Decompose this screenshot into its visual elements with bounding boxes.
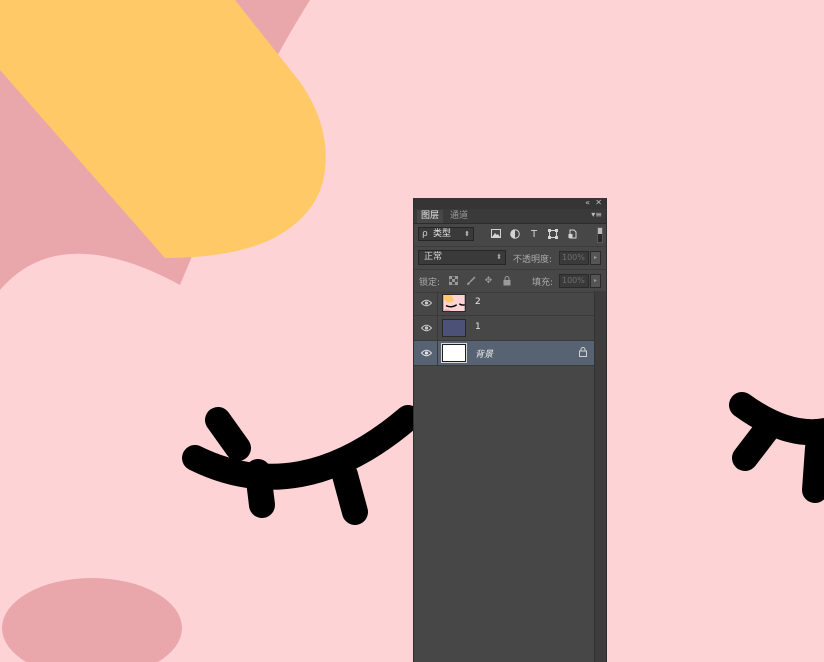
document-canvas[interactable]	[0, 0, 824, 662]
lock-transparent-icon[interactable]	[448, 275, 459, 287]
filter-kind-select[interactable]: ρ 类型 ⬍	[418, 227, 474, 241]
close-icon[interactable]: ✕	[595, 197, 602, 208]
lock-pixels-brush-icon[interactable]	[465, 276, 476, 287]
layer-separator	[437, 316, 438, 340]
opacity-input[interactable]: 100%	[559, 251, 589, 265]
panel-menu-icon[interactable]: ▾≡	[591, 210, 602, 219]
fill-input[interactable]: 100%	[559, 274, 589, 288]
image-filter-icon[interactable]	[490, 229, 502, 241]
layer-thumbnail-color	[442, 319, 466, 337]
lock-icon	[579, 347, 587, 360]
layer-separator	[437, 291, 438, 315]
blend-mode-select[interactable]: 正常 ⬍	[418, 250, 506, 265]
filter-row: ρ 类型 ⬍ T	[414, 224, 606, 247]
select-arrows-icon: ⬍	[464, 230, 470, 238]
tab-layers[interactable]: 图层	[417, 210, 444, 223]
layer-row-2[interactable]: 2	[414, 291, 595, 316]
adjustment-filter-icon[interactable]	[509, 229, 521, 241]
search-icon: ρ	[422, 229, 428, 239]
lock-all-icon[interactable]	[501, 276, 512, 287]
layers-panel: « ✕ 图层 通道 ▾≡ ρ 类型 ⬍ T 正常 ⬍ 不透明度: 100% ▸ …	[413, 198, 607, 662]
blend-mode-value: 正常	[424, 252, 443, 262]
lock-label: 锁定:	[419, 278, 441, 288]
panel-titlebar[interactable]: « ✕	[414, 198, 606, 209]
collapse-icon[interactable]: «	[585, 197, 590, 208]
panel-tabs: 图层 通道 ▾≡	[414, 209, 606, 224]
layers-scrollbar[interactable]	[594, 291, 606, 662]
fill-dropdown-icon[interactable]: ▸	[590, 274, 601, 288]
tab-channels[interactable]: 通道	[446, 210, 472, 223]
layer-thumbnail-white	[441, 343, 467, 363]
eye-visibility-icon[interactable]	[421, 299, 432, 307]
blend-row: 正常 ⬍ 不透明度: 100% ▸	[414, 247, 606, 270]
layer-row-1[interactable]: 1	[414, 316, 595, 341]
eye-visibility-icon[interactable]	[421, 324, 432, 332]
filter-toggle-switch[interactable]	[597, 227, 603, 243]
select-arrows-icon: ⬍	[496, 253, 502, 261]
opacity-dropdown-icon[interactable]: ▸	[590, 251, 601, 265]
opacity-label: 不透明度:	[513, 255, 553, 265]
layer-name[interactable]: 1	[475, 322, 481, 332]
type-filter-icon[interactable]: T	[528, 229, 540, 241]
layers-list: 2 1 背景	[414, 291, 595, 366]
shape-filter-icon[interactable]	[547, 229, 559, 241]
layer-row-background[interactable]: 背景	[414, 341, 595, 366]
layer-separator	[437, 341, 438, 365]
eye-visibility-icon[interactable]	[421, 349, 432, 357]
layer-name[interactable]: 背景	[475, 347, 493, 360]
lock-position-move-icon[interactable]: ✥	[483, 276, 494, 287]
layer-thumbnail-image	[442, 294, 466, 312]
smart-object-filter-icon[interactable]	[567, 229, 579, 241]
fill-label: 填充:	[532, 278, 554, 288]
filter-kind-value: 类型	[433, 229, 452, 239]
layer-name[interactable]: 2	[475, 297, 481, 307]
lock-row: 锁定: ✥ 填充: 100% ▸	[414, 270, 606, 293]
